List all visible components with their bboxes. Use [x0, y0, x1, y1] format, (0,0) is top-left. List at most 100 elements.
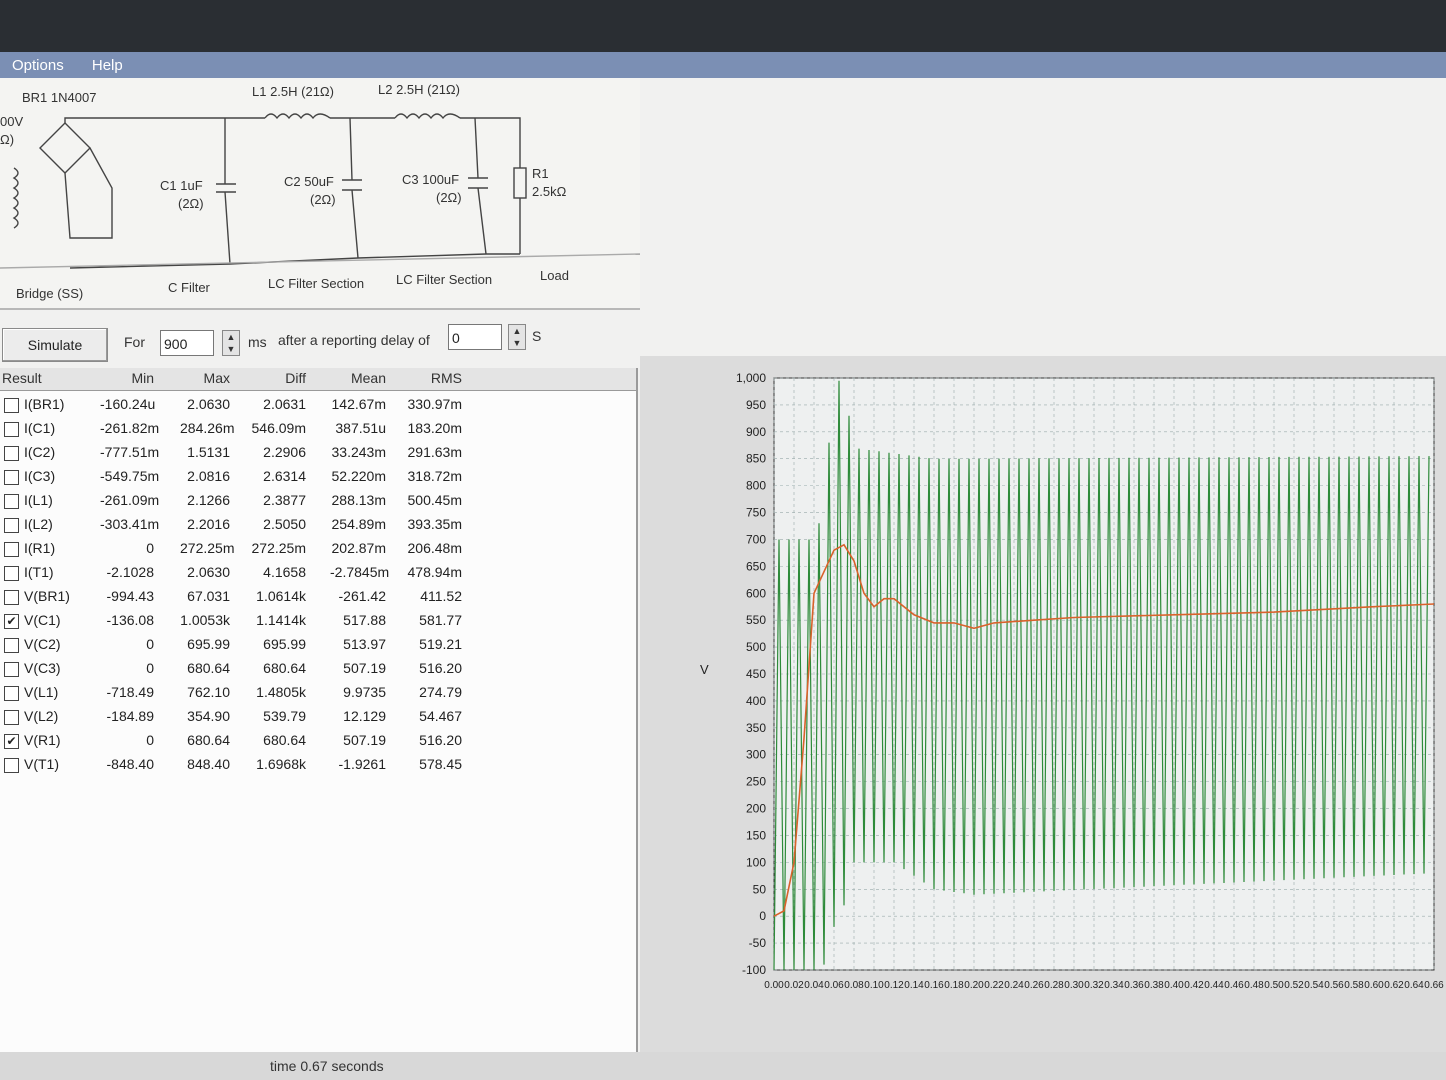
col-mean[interactable]: Mean: [330, 370, 386, 386]
x-tick-label: 0.42: [1184, 980, 1204, 991]
table-row[interactable]: I(L2) -303.41m 2.2016 2.5050 254.89m 393.35m: [0, 514, 636, 537]
x-tick-label: 0.06: [824, 980, 844, 991]
result-max: 680.64: [187, 732, 230, 748]
result-diff: 1.6968k: [256, 756, 306, 772]
section-bridge: Bridge (SS): [16, 286, 84, 301]
result-checkbox[interactable]: [4, 422, 19, 437]
y-tick-label: -50: [749, 936, 767, 950]
c3-label: C3 100uF: [402, 172, 460, 187]
x-tick-label: 0.56: [1324, 980, 1344, 991]
c3-esr-label: (2Ω): [436, 190, 462, 205]
result-checkbox[interactable]: [4, 710, 19, 725]
result-checkbox[interactable]: [4, 470, 19, 485]
duration-spinner[interactable]: ▲ ▼: [222, 330, 240, 356]
result-mean: 507.19: [343, 660, 386, 676]
table-row[interactable]: V(L2) -184.89 354.90 539.79 12.129 54.467: [0, 706, 636, 729]
r1-label: R1: [532, 166, 549, 181]
table-row[interactable]: V(C2) 0 695.99 695.99 513.97 519.21: [0, 634, 636, 657]
result-diff: 1.0614k: [256, 588, 306, 604]
result-checkbox[interactable]: [4, 638, 19, 653]
result-mean: -1.9261: [338, 756, 386, 772]
app-window: Options Help BR1 1N4007 00V Ω) L1 2.5H (…: [0, 52, 1446, 1080]
menu-options[interactable]: Options: [0, 52, 76, 79]
result-checkbox[interactable]: [4, 758, 19, 773]
x-tick-label: 0.08: [844, 980, 864, 991]
y-tick-label: 150: [746, 828, 766, 842]
section-lc-filter-1: LC Filter Section: [268, 276, 365, 291]
result-max: 2.1266: [187, 492, 230, 508]
table-row[interactable]: I(R1) 0 272.25m 272.25m 202.87m 206.48m: [0, 538, 636, 561]
table-row[interactable]: V(T1) -848.40 848.40 1.6968k -1.9261 578.45: [0, 754, 636, 777]
result-diff: 546.09m: [251, 420, 306, 436]
col-max[interactable]: Max: [180, 370, 230, 386]
simulation-toolbar: Simulate For 900 ▲ ▼ ms after a reporting…: [0, 314, 640, 362]
x-tick-label: 0.30: [1064, 980, 1084, 991]
result-mean: 33.243m: [331, 444, 386, 460]
table-row[interactable]: V(L1) -718.49 762.10 1.4805k 9.9735 274.79: [0, 682, 636, 705]
source-resistance-label: Ω): [0, 132, 15, 147]
result-checkbox[interactable]: [4, 566, 19, 581]
menu-help[interactable]: Help: [80, 52, 135, 79]
result-name: V(C1): [24, 612, 61, 628]
x-tick-label: 0.22: [984, 980, 1004, 991]
y-tick-label: 300: [746, 748, 766, 762]
result-min: -261.09m: [100, 492, 160, 508]
result-mean: 52.220m: [331, 468, 386, 484]
result-max: 272.25m: [180, 540, 235, 556]
result-max: 2.0630: [187, 564, 230, 580]
result-rms: 578.45: [419, 756, 462, 772]
col-diff[interactable]: Diff: [250, 370, 306, 386]
c2-label: C2 50uF: [284, 174, 334, 189]
result-checkbox[interactable]: [4, 398, 19, 413]
result-checkbox[interactable]: [4, 542, 19, 557]
y-tick-label: 850: [746, 452, 766, 466]
duration-input[interactable]: 900: [160, 330, 214, 356]
result-diff: 1.1414k: [256, 612, 306, 628]
menu-bar: Options Help: [0, 52, 1446, 78]
result-checkbox[interactable]: ✔: [4, 614, 19, 629]
y-tick-label: 600: [746, 586, 766, 600]
x-tick-label: 0.48: [1244, 980, 1264, 991]
simulate-button[interactable]: Simulate: [2, 328, 108, 362]
result-checkbox[interactable]: [4, 686, 19, 701]
col-rms[interactable]: RMS: [406, 370, 462, 386]
table-row[interactable]: I(L1) -261.09m 2.1266 2.3877 288.13m 500.45m: [0, 490, 636, 513]
col-result[interactable]: Result: [2, 370, 42, 386]
table-row[interactable]: ✔ V(R1) 0 680.64 680.64 507.19 516.20: [0, 730, 636, 753]
result-name: I(C3): [24, 468, 56, 484]
result-checkbox[interactable]: [4, 494, 19, 509]
table-row[interactable]: I(C3) -549.75m 2.0816 2.6314 52.220m 318.72m: [0, 466, 636, 489]
result-rms: 318.72m: [407, 468, 462, 484]
table-row[interactable]: I(BR1) -160.24u 2.0630 2.0631 142.67m 330.97m: [0, 394, 636, 417]
result-max: 848.40: [187, 756, 230, 772]
result-checkbox[interactable]: [4, 662, 19, 677]
table-row[interactable]: I(T1) -2.1028 2.0630 4.1658 -2.7845m 478.94m: [0, 562, 636, 585]
result-rms: 274.79: [419, 684, 462, 700]
table-row[interactable]: V(C3) 0 680.64 680.64 507.19 516.20: [0, 658, 636, 681]
table-row[interactable]: ✔ V(C1) -136.08 1.0053k 1.1414k 517.88 581.77: [0, 610, 636, 633]
result-max: 354.90: [187, 708, 230, 724]
col-min[interactable]: Min: [100, 370, 154, 386]
result-checkbox[interactable]: [4, 446, 19, 461]
table-row[interactable]: I(C1) -261.82m 284.26m 546.09m 387.51u 183.20…: [0, 418, 636, 441]
delay-spinner[interactable]: ▲ ▼: [508, 324, 526, 350]
y-tick-label: 0: [759, 909, 766, 923]
result-mean: 517.88: [343, 612, 386, 628]
table-row[interactable]: V(BR1) -994.43 67.031 1.0614k -261.42 411.52: [0, 586, 636, 609]
y-tick-label: 500: [746, 640, 766, 654]
result-min: -261.82m: [100, 420, 160, 436]
y-tick-label: 550: [746, 613, 766, 627]
y-axis-label: V: [700, 662, 709, 677]
result-min: -2.1028: [106, 564, 154, 580]
y-tick-label: 700: [746, 532, 766, 546]
table-row[interactable]: I(C2) -777.51m 1.5131 2.2906 33.243m 291.63m: [0, 442, 636, 465]
result-min: -994.43: [106, 588, 154, 604]
result-name: V(L1): [24, 684, 59, 700]
result-diff: 2.2906: [263, 444, 306, 460]
result-checkbox[interactable]: ✔: [4, 734, 19, 749]
delay-input[interactable]: 0: [448, 324, 502, 350]
result-mean: 513.97: [343, 636, 386, 652]
x-tick-label: 0.44: [1204, 980, 1224, 991]
result-checkbox[interactable]: [4, 518, 19, 533]
result-checkbox[interactable]: [4, 590, 19, 605]
